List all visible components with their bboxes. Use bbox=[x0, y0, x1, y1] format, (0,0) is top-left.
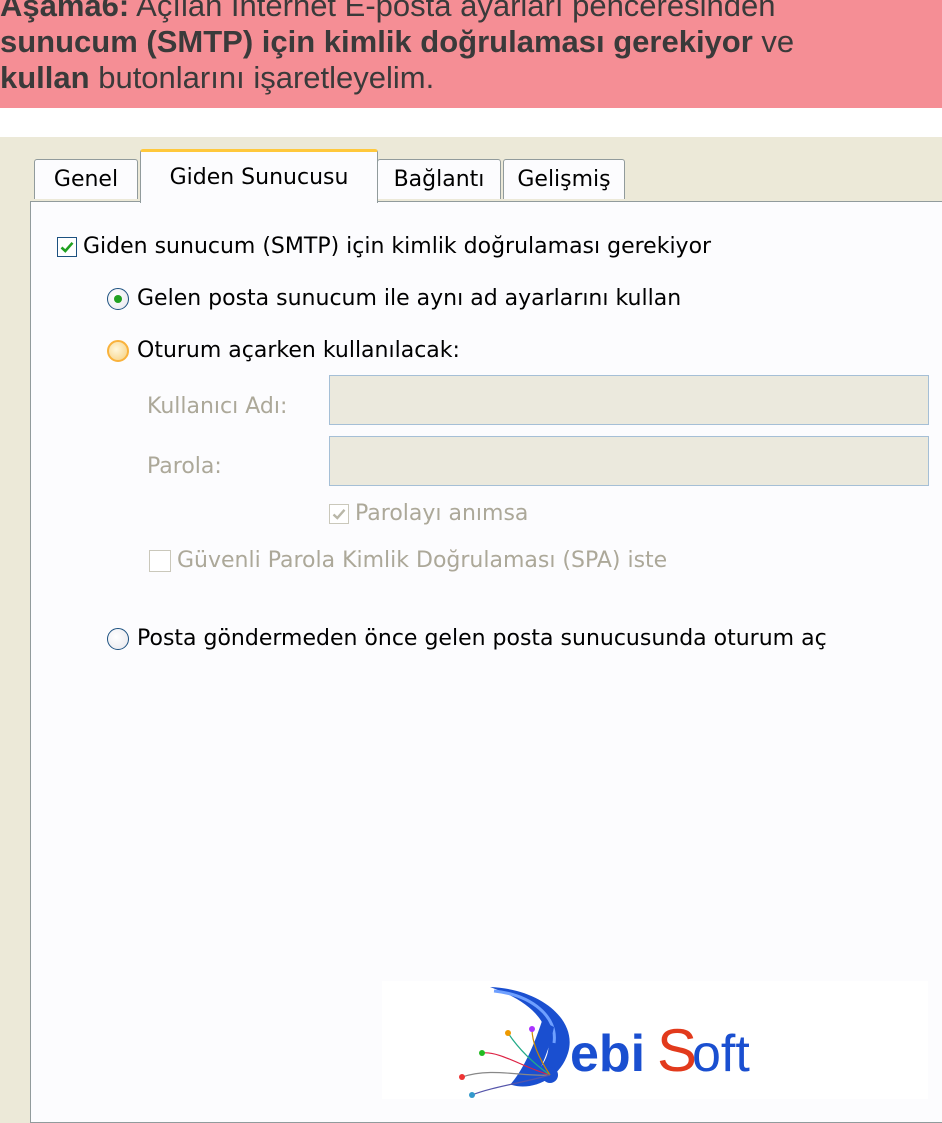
checkmark-icon bbox=[332, 508, 346, 520]
tab-bar: Genel Giden Sunucusu Bağlantı Gelişmiş bbox=[0, 137, 942, 203]
smtp-auth-label: Giden sunucum (SMTP) için kimlik doğrula… bbox=[83, 234, 712, 259]
radio-selected-dot-icon bbox=[114, 294, 122, 303]
remember-password-label: Parolayı anımsa bbox=[355, 501, 529, 526]
radio-logon-before-send-row[interactable]: Posta göndermeden önce gelen posta sunuc… bbox=[107, 626, 827, 651]
remember-password-row[interactable]: Parolayı anımsa bbox=[329, 501, 528, 526]
smtp-auth-checkbox[interactable] bbox=[57, 236, 77, 257]
radio-same-settings[interactable] bbox=[107, 287, 129, 310]
banner-line-3: kullan butonlarını işaretleyelim. bbox=[0, 60, 435, 95]
radio-logon-using-row[interactable]: Oturum açarken kullanılacak: bbox=[107, 338, 460, 363]
radio-same-settings-label: Gelen posta sunucum ile aynı ad ayarları… bbox=[137, 286, 682, 311]
radio-logon-before-send-label: Posta göndermeden önce gelen posta sunuc… bbox=[137, 626, 827, 651]
tab-baglanti[interactable]: Bağlantı bbox=[377, 159, 501, 199]
banner-line-2: sunucum (SMTP) için kimlik doğrulaması g… bbox=[0, 24, 795, 59]
tab-giden-sunucusu[interactable]: Giden Sunucusu bbox=[140, 149, 378, 203]
smtp-auth-checkbox-row[interactable]: Giden sunucum (SMTP) için kimlik doğrula… bbox=[57, 234, 711, 259]
spa-row[interactable]: Güvenli Parola Kimlik Doğrulaması (SPA) … bbox=[149, 548, 667, 573]
password-label: Parola: bbox=[147, 454, 222, 479]
checkmark-icon bbox=[60, 241, 74, 253]
instruction-banner: Aşama6: Açılan Internet E-posta ayarları… bbox=[0, 0, 942, 108]
username-input[interactable] bbox=[329, 375, 929, 425]
remember-password-checkbox[interactable] bbox=[329, 503, 349, 524]
debisoft-logo: ebi S oft bbox=[382, 981, 928, 1099]
spa-checkbox[interactable] bbox=[149, 549, 171, 572]
radio-logon-using[interactable] bbox=[107, 339, 129, 362]
radio-logon-using-label: Oturum açarken kullanılacak: bbox=[137, 338, 460, 363]
username-label: Kullanıcı Adı: bbox=[147, 394, 288, 419]
logo-text-ebi: ebi bbox=[570, 1025, 645, 1083]
spa-label: Güvenli Parola Kimlik Doğrulaması (SPA) … bbox=[177, 548, 668, 573]
radio-same-settings-row[interactable]: Gelen posta sunucum ile aynı ad ayarları… bbox=[107, 286, 681, 311]
tab-genel[interactable]: Genel bbox=[34, 159, 138, 199]
debisoft-logo-graphic: ebi S oft bbox=[459, 987, 750, 1098]
password-input[interactable] bbox=[329, 436, 929, 486]
email-settings-dialog: Genel Giden Sunucusu Bağlantı Gelişmiş G… bbox=[0, 137, 942, 1123]
tab-gelismis[interactable]: Gelişmiş bbox=[503, 159, 625, 199]
radio-logon-before-send[interactable] bbox=[107, 627, 129, 650]
banner-line-1: Aşama6: Açılan Internet E-posta ayarları… bbox=[0, 0, 776, 23]
logo-text-oft: oft bbox=[692, 1025, 750, 1083]
